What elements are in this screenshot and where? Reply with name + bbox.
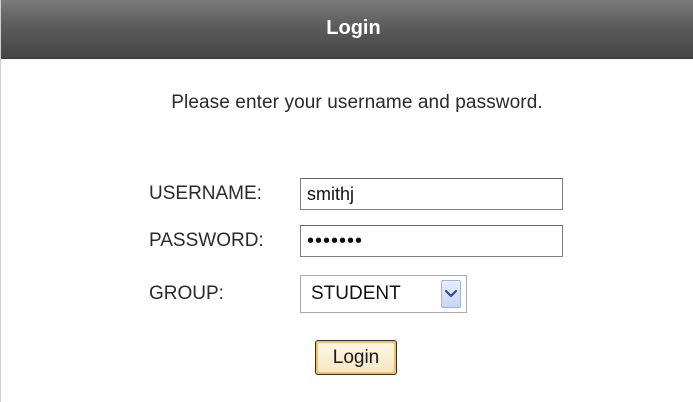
username-input[interactable] xyxy=(300,178,563,210)
page-title: Login xyxy=(326,16,381,39)
instructions-text: Please enter your username and password. xyxy=(171,92,543,113)
group-select[interactable]: STUDENT xyxy=(300,275,467,313)
group-row: GROUP: STUDENT xyxy=(149,275,467,313)
login-panel: Login Please enter your username and pas… xyxy=(0,0,693,402)
username-row: USERNAME: xyxy=(149,176,563,212)
login-header: Login xyxy=(1,0,693,59)
username-label: USERNAME: xyxy=(149,183,262,204)
login-button[interactable]: Login xyxy=(315,340,397,375)
group-label: GROUP: xyxy=(149,283,224,304)
chevron-down-icon[interactable] xyxy=(441,280,461,308)
password-input[interactable] xyxy=(300,225,563,257)
group-select-value: STUDENT xyxy=(311,283,401,304)
password-row: PASSWORD: xyxy=(149,223,563,259)
login-page: Login Please enter your username and pas… xyxy=(0,0,693,402)
password-label: PASSWORD: xyxy=(149,230,264,251)
